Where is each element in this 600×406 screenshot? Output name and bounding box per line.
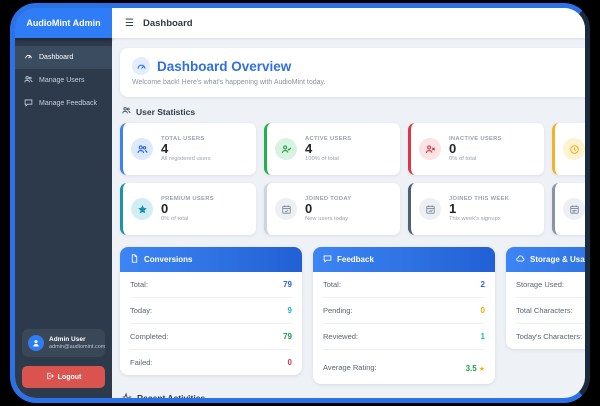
stat-card-joined-today: Joined Today 0 New users today (264, 183, 400, 235)
stat-card-total-users: Total Users 4 All registered users (120, 123, 256, 175)
panel-row: Total: 79 (130, 272, 292, 298)
panel-row: Completed: 79 (130, 324, 292, 350)
panel-row: Storage Used: (516, 272, 585, 298)
panel-row: Today's Characters: (516, 332, 583, 341)
star-icon (131, 198, 153, 220)
stat-card-premium-users: Premium Users 0 0% of total (120, 183, 256, 235)
admin-user-card: Admin User admin@audiomint.com (22, 329, 105, 357)
sidebar-nav: Dashboard Manage Users Manage Feedback (15, 46, 112, 115)
clock-icon (563, 138, 585, 160)
sidebar-item-manage-feedback[interactable]: Manage Feedback (15, 92, 112, 115)
gauge-icon (24, 52, 33, 63)
stat-value: 0 (449, 140, 457, 156)
sidebar-footer: Admin User admin@audiomint.com Logout (15, 321, 112, 398)
logout-icon (46, 372, 54, 382)
conversions-panel-header: Conversions (120, 247, 302, 272)
sidebar-item-label: Manage Feedback (39, 100, 97, 107)
panel-row: Average Rating: 3.5 ★ (323, 362, 485, 374)
calendar-icon (563, 198, 585, 220)
admin-user-name: Admin User (49, 336, 86, 343)
storage-usage-panel: Storage & Usage Storage Used: Total Char… (506, 247, 585, 349)
panel-row: Failed: 0 (130, 358, 292, 367)
stat-value: 0 (161, 200, 169, 216)
users-icon (122, 106, 131, 117)
stat-value: 1 (449, 200, 457, 216)
star-icon: ★ (478, 366, 485, 373)
logout-button[interactable]: Logout (22, 366, 105, 388)
user-x-icon (419, 138, 441, 160)
menu-icon[interactable]: ☰ (125, 18, 134, 29)
avatar-icon (28, 335, 44, 351)
sidebar-item-label: Manage Users (39, 77, 85, 84)
stat-cards-grid: Total Users 4 All registered users Activ… (120, 123, 585, 235)
topbar-title: Dashboard (142, 17, 193, 29)
feedback-panel-header: Feedback (313, 247, 495, 272)
sidebar-item-dashboard[interactable]: Dashboard (15, 46, 112, 69)
welcome-text: Welcome back! Here's what's happening wi… (132, 79, 326, 86)
users-icon (24, 75, 33, 86)
file-icon (130, 254, 139, 265)
conversions-panel: Conversions Total: 79 Today: 9 Completed: 7… (120, 247, 302, 375)
summary-panels: Conversions Total: 79 Today: 9 Completed: 7… (120, 247, 585, 384)
overview-card: Dashboard Overview Welcome back! Here's … (120, 48, 585, 97)
calendar-chart-icon (419, 198, 441, 220)
stat-value: 4 (305, 140, 313, 156)
feedback-icon (323, 254, 332, 265)
gauge-icon (132, 57, 150, 75)
admin-user-email: admin@audiomint.com (49, 344, 106, 350)
logout-label: Logout (57, 373, 82, 381)
app-title: AudioMint Admin (15, 8, 112, 38)
sidebar-item-manage-users[interactable]: Manage Users (15, 69, 112, 92)
dashboard-content: Dashboard Overview Welcome back! Here's … (112, 38, 585, 398)
topbar: ☰ Dashboard (112, 8, 585, 38)
stat-card-joined-this-week: Joined This Week 1 This week's signups (408, 183, 544, 235)
panel-row: Pending: 0 (323, 298, 485, 324)
stat-value: 4 (161, 140, 169, 156)
recent-activities-header: Recent Activities (122, 392, 585, 398)
user-statistics-header: User Statistics (122, 106, 585, 117)
feedback-icon (24, 98, 33, 109)
panel-row: Today: 9 (130, 298, 292, 324)
sidebar-item-label: Dashboard (39, 54, 74, 61)
stat-card-clipped-2: 1 (552, 183, 585, 235)
app-window: AudioMint Admin Dashboard Manage Users M… (10, 3, 590, 403)
users-icon (131, 138, 153, 160)
stat-value: 0 (305, 200, 313, 216)
stat-card-inactive-users: Inactive Users 0 0% of total (408, 123, 544, 175)
storage-panel-header: Storage & Usage (506, 247, 585, 272)
panel-row: Total: 2 (323, 272, 485, 298)
activity-pulse-icon (122, 392, 132, 398)
cloud-icon (516, 254, 525, 265)
stat-card-active-users: Active Users 4 100% of total (264, 123, 400, 175)
main-area: ☰ Dashboard Dashboard Overview Welcome b… (112, 8, 585, 398)
stat-card-clipped-1: 4 (552, 123, 585, 175)
page-title: Dashboard Overview (157, 58, 292, 74)
panel-row: Reviewed: 1 (323, 324, 485, 350)
calendar-check-icon (275, 198, 297, 220)
feedback-panel: Feedback Total: 2 Pending: 0 Reviewed: 1 Av… (313, 247, 495, 384)
user-check-icon (275, 138, 297, 160)
sidebar: AudioMint Admin Dashboard Manage Users M… (15, 8, 112, 398)
panel-row: Total Characters: (516, 298, 585, 324)
